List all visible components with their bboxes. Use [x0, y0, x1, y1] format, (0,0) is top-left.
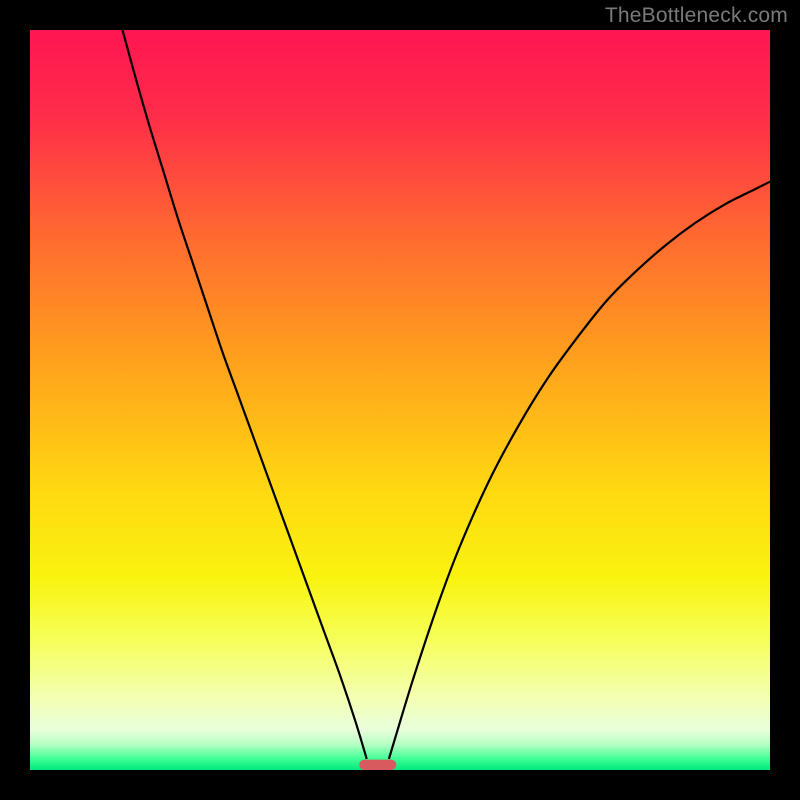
chart-plot-area — [30, 30, 770, 770]
chart-svg — [30, 30, 770, 770]
chart-background — [30, 30, 770, 770]
outer-frame: TheBottleneck.com — [0, 0, 800, 800]
watermark-text: TheBottleneck.com — [605, 4, 788, 28]
minimum-marker — [359, 760, 396, 770]
